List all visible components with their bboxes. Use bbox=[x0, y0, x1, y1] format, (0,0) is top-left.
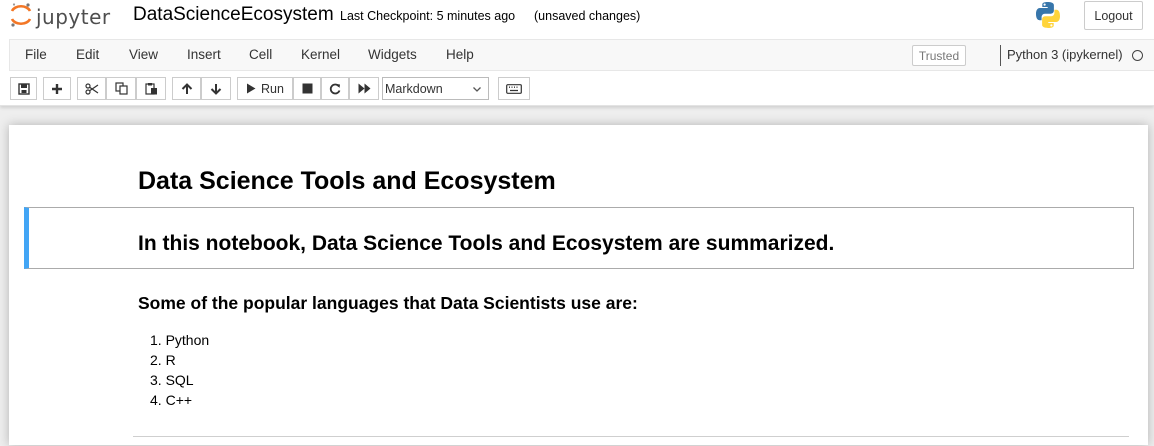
menu-widgets[interactable]: Widgets bbox=[368, 47, 417, 62]
run-button-label: Run bbox=[261, 81, 284, 96]
paste-button[interactable] bbox=[136, 77, 166, 100]
play-icon bbox=[246, 83, 256, 94]
save-icon bbox=[17, 82, 30, 95]
selected-markdown-cell[interactable]: In this notebook, Data Science Tools and… bbox=[24, 207, 1134, 269]
header-top-bar: jupyter DataScienceEcosystem Last Checkp… bbox=[0, 0, 1154, 38]
fast-forward-icon bbox=[358, 83, 371, 94]
move-cell-down-button[interactable] bbox=[201, 77, 231, 100]
languages-list: 1. Python 2. R 3. SQL 4. C++ bbox=[150, 330, 209, 410]
list-item: 4. C++ bbox=[150, 392, 193, 408]
kernel-separator bbox=[1000, 45, 1001, 66]
menu-file[interactable]: File bbox=[25, 47, 47, 62]
copy-icon bbox=[114, 82, 128, 95]
menu-insert[interactable]: Insert bbox=[187, 47, 221, 62]
last-checkpoint-status: Last Checkpoint: 5 minutes ago bbox=[340, 9, 516, 23]
arrow-down-icon bbox=[210, 83, 222, 95]
copy-button[interactable] bbox=[106, 77, 136, 100]
jupyter-logo-icon bbox=[10, 2, 32, 33]
restart-icon bbox=[329, 83, 341, 95]
chevron-down-icon bbox=[472, 83, 482, 97]
menu-cell[interactable]: Cell bbox=[249, 47, 272, 62]
notebook-name[interactable]: DataScienceEcosystem bbox=[133, 4, 334, 26]
paste-icon bbox=[144, 82, 158, 95]
notebook-header: jupyter DataScienceEcosystem Last Checkp… bbox=[0, 0, 1154, 106]
main-toolbar: Run Markdown bbox=[0, 72, 1154, 106]
notebook-title-heading: Data Science Tools and Ecosystem bbox=[138, 167, 556, 195]
restart-run-all-button[interactable] bbox=[349, 77, 379, 100]
kernel-idle-icon bbox=[1132, 50, 1143, 61]
languages-heading: Some of the popular languages that Data … bbox=[138, 293, 638, 313]
menu-edit[interactable]: Edit bbox=[76, 47, 99, 62]
python-logo-icon bbox=[1033, 0, 1063, 35]
command-palette-button[interactable] bbox=[498, 77, 530, 100]
autosave-status: (unsaved changes) bbox=[534, 9, 641, 23]
menu-view[interactable]: View bbox=[129, 47, 158, 62]
cell-type-select[interactable]: Markdown bbox=[382, 77, 489, 100]
insert-cell-button[interactable] bbox=[43, 77, 71, 100]
logout-button[interactable]: Logout bbox=[1084, 1, 1143, 30]
keyboard-icon bbox=[506, 83, 522, 94]
menu-kernel[interactable]: Kernel bbox=[301, 47, 340, 62]
run-button[interactable]: Run bbox=[237, 77, 293, 100]
kernel-name: Python 3 (ipykernel) bbox=[1007, 47, 1123, 62]
save-button[interactable] bbox=[10, 77, 37, 100]
move-cell-up-button[interactable] bbox=[172, 77, 201, 100]
scissors-icon bbox=[84, 82, 99, 95]
intro-heading: In this notebook, Data Science Tools and… bbox=[138, 232, 835, 255]
cut-button[interactable] bbox=[77, 77, 106, 100]
menubar: File Edit View Insert Cell Kernel Widget… bbox=[9, 39, 1154, 71]
list-item-text: C++ bbox=[165, 392, 193, 408]
list-item-text: SQL bbox=[165, 372, 194, 388]
menu-help[interactable]: Help bbox=[446, 47, 474, 62]
list-item: 1. Python bbox=[150, 332, 210, 348]
jupyter-logo-text: jupyter bbox=[36, 5, 111, 29]
cell-type-value: Markdown bbox=[385, 81, 443, 96]
list-item: 2. R bbox=[150, 352, 176, 368]
list-item: 3. SQL bbox=[150, 372, 194, 388]
restart-kernel-button[interactable] bbox=[321, 77, 349, 100]
trusted-notebook-indicator[interactable]: Trusted bbox=[912, 45, 966, 66]
list-item-text: R bbox=[165, 352, 176, 368]
jupyter-logo[interactable]: jupyter bbox=[10, 2, 111, 33]
notebook-container: Data Science Tools and Ecosystem In this… bbox=[9, 125, 1148, 445]
stop-icon bbox=[302, 83, 313, 94]
interrupt-kernel-button[interactable] bbox=[293, 77, 321, 100]
arrow-up-icon bbox=[181, 82, 193, 95]
list-item-text: Python bbox=[165, 332, 210, 348]
plus-icon bbox=[51, 83, 63, 95]
